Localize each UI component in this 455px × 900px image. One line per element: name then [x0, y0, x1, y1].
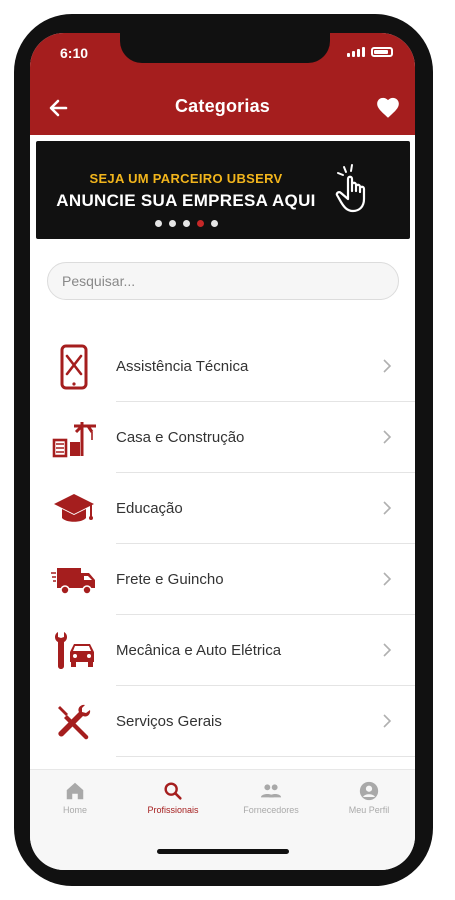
chevron-right-icon: [383, 572, 392, 586]
status-icons: [347, 47, 393, 57]
nav-meu-perfil[interactable]: Meu Perfil: [324, 780, 414, 815]
banner-cta: ANUNCIE SUA EMPRESA AQUI: [56, 191, 316, 210]
chevron-right-icon: [383, 714, 392, 728]
favorites-button[interactable]: [375, 95, 401, 121]
home-indicator: [157, 849, 289, 854]
chevron-right-icon: [383, 643, 392, 657]
home-icon: [66, 782, 84, 800]
tools-icon: [46, 694, 102, 750]
category-item-assistencia-tecnica[interactable]: Assistência Técnica: [30, 331, 415, 402]
chevron-right-icon: [383, 359, 392, 373]
category-label: Educação: [116, 500, 183, 517]
category-list: Assistência Técnica Casa e Construção Ed…: [30, 331, 415, 757]
nav-label: Profissionais: [147, 805, 199, 815]
category-label: Assistência Técnica: [116, 358, 249, 375]
banner-dot[interactable]: [154, 220, 162, 227]
category-label: Mecânica e Auto Elétrica: [116, 642, 282, 659]
battery-icon: [371, 47, 393, 57]
tap-hand-icon: [335, 164, 366, 213]
banner-dot[interactable]: [210, 220, 218, 227]
banner-pagination[interactable]: [36, 220, 336, 227]
search-input[interactable]: Pesquisar...: [47, 262, 399, 300]
nav-label: Meu Perfil: [348, 805, 390, 815]
nav-fornecedores[interactable]: Fornecedores: [226, 780, 316, 815]
heart-icon: [377, 97, 399, 118]
page-title: Categorias: [174, 96, 271, 116]
category-item-mecanica-e-auto-eletrica[interactable]: Mecânica e Auto Elétrica: [30, 615, 415, 686]
profile-icon: [359, 781, 379, 801]
category-item-educacao[interactable]: Educação: [30, 473, 415, 544]
people-icon: [260, 784, 282, 798]
category-label: Frete e Guincho: [116, 571, 224, 588]
promo-banner[interactable]: SEJA UM PARCEIRO UBSERV ANUNCIE SUA EMPR…: [36, 141, 410, 239]
nav-label: Home: [62, 805, 87, 815]
category-label: Serviços Gerais: [116, 713, 222, 730]
banner-headline: SEJA UM PARCEIRO UBSERV: [89, 171, 283, 186]
category-label: Casa e Construção: [116, 429, 245, 446]
divider: [116, 756, 415, 757]
status-time: 6:10: [60, 45, 89, 61]
nav-label: Fornecedores: [243, 805, 299, 815]
chevron-right-icon: [383, 501, 392, 515]
car-repair-icon: [46, 623, 102, 679]
banner-dot[interactable]: [168, 220, 176, 227]
app-screen: 6:10 Categorias SEJA UM PARCEIRO UBSERV …: [30, 33, 415, 870]
search-placeholder: Pesquisar...: [62, 273, 136, 289]
bottom-navigation: Home Profissionais Fornecedores Meu Perf…: [30, 769, 415, 870]
banner-dot[interactable]: [196, 220, 204, 227]
category-item-frete-e-guincho[interactable]: Frete e Guincho: [30, 544, 415, 615]
chevron-right-icon: [383, 430, 392, 444]
nav-home[interactable]: Home: [30, 780, 120, 815]
phone-repair-icon: [46, 339, 102, 395]
construction-icon: [46, 410, 102, 466]
search-icon: [164, 782, 182, 800]
signal-icon: [347, 47, 365, 57]
graduation-cap-icon: [46, 481, 102, 537]
nav-profissionais[interactable]: Profissionais: [128, 780, 218, 815]
phone-notch: [120, 33, 330, 63]
delivery-truck-icon: [46, 552, 102, 608]
category-item-servicos-gerais[interactable]: Serviços Gerais: [30, 686, 415, 757]
banner-dot[interactable]: [182, 220, 190, 227]
category-item-casa-e-construcao[interactable]: Casa e Construção: [30, 402, 415, 473]
